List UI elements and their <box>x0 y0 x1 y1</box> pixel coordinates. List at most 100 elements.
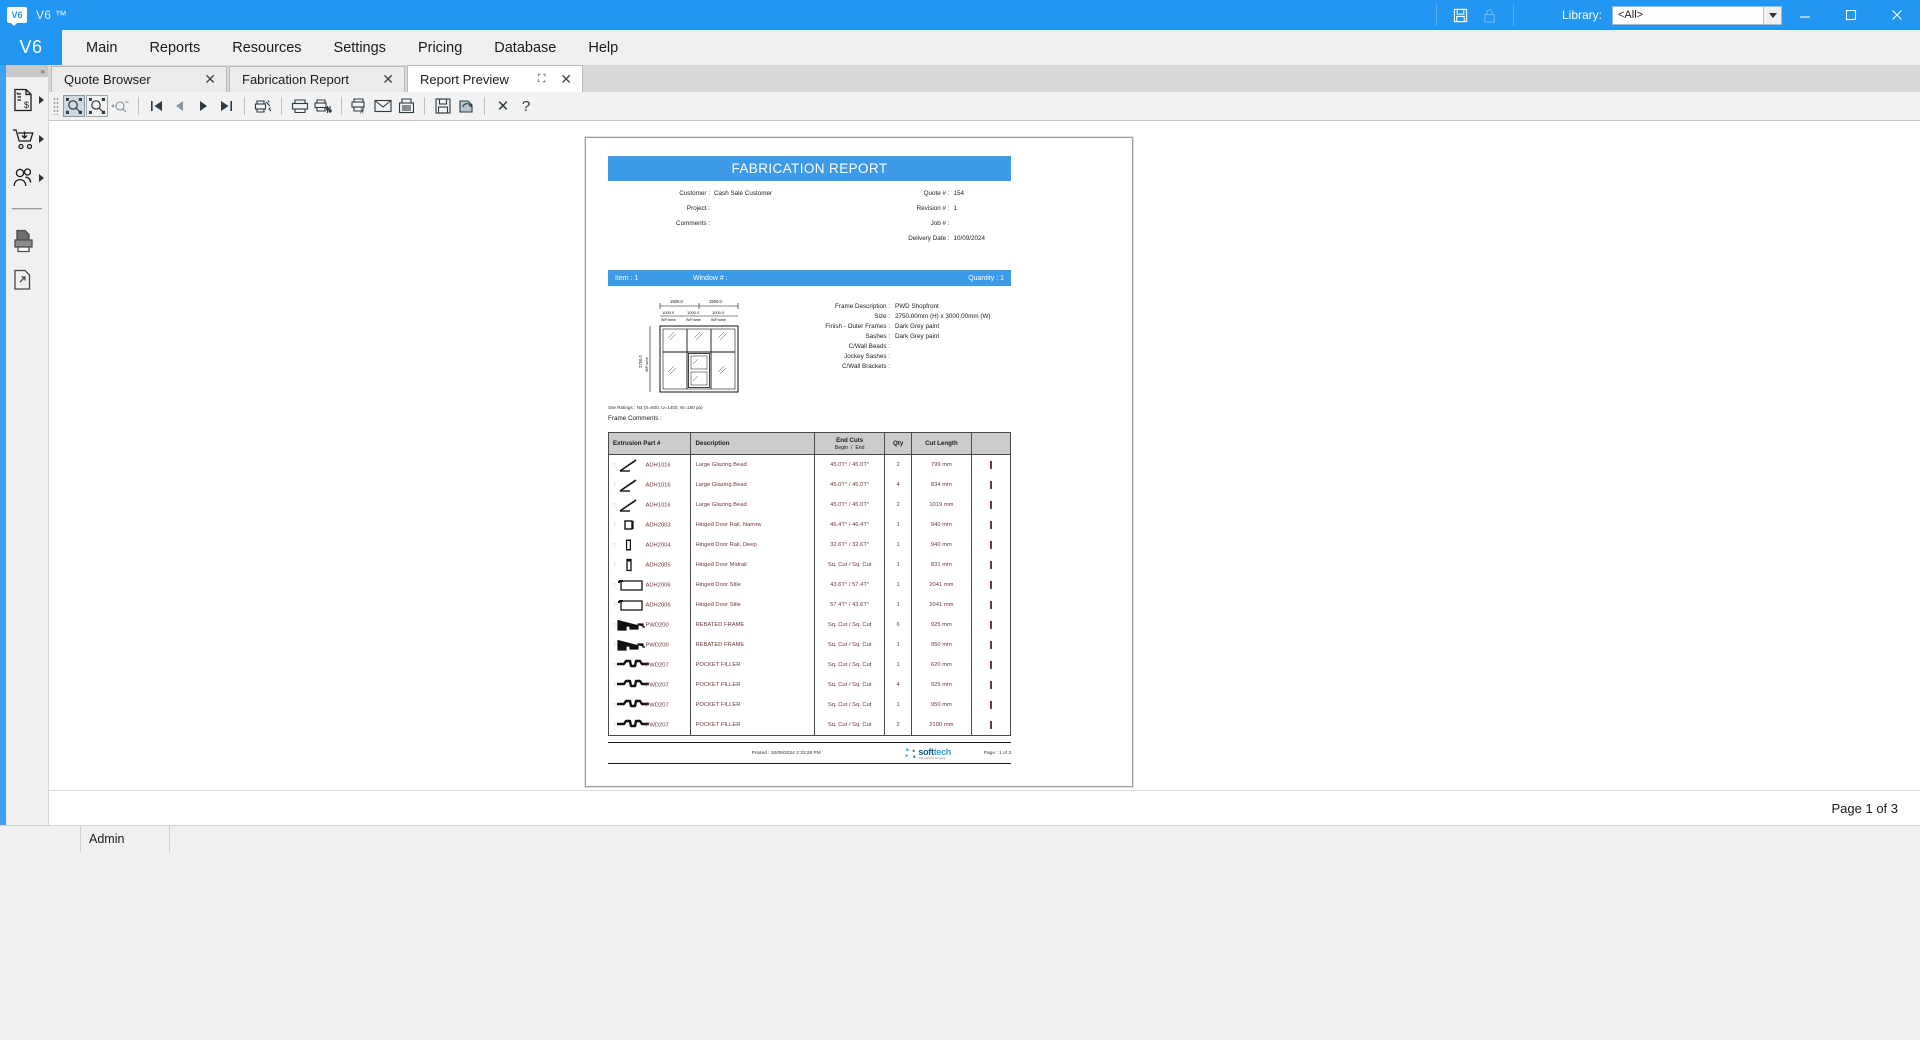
print-button[interactable] <box>289 95 311 117</box>
close-window-button[interactable] <box>1874 0 1920 30</box>
svg-text:1000.0: 1000.0 <box>687 310 700 315</box>
close-preview-button[interactable]: ✕ <box>492 95 514 117</box>
endcuts-begin: Begin <box>834 444 849 451</box>
lock-icon[interactable] <box>1482 8 1497 23</box>
tab-quote-browser[interactable]: Quote Browser ✕ <box>51 66 227 92</box>
last-page-button[interactable] <box>215 95 237 117</box>
email-button[interactable] <box>372 95 394 117</box>
cell-description: Large Glazing Bead <box>690 495 816 515</box>
cell-qty: 1 <box>884 515 913 535</box>
page-status-strip: Page 1 of 3 <box>49 790 1920 825</box>
first-page-button[interactable] <box>146 95 168 117</box>
row-checkbox[interactable] <box>989 641 992 649</box>
sidebar-item-export[interactable] <box>0 263 48 296</box>
frame-label: C/Wall Brackets : <box>841 363 890 370</box>
export-pdf-button[interactable]: λ <box>349 95 371 117</box>
part-number-text: PWD207 <box>645 722 669 729</box>
row-checkbox[interactable] <box>989 481 992 489</box>
report-preview-canvas[interactable]: FABRICATION REPORT Customer : Cash Sale … <box>49 121 1920 790</box>
row-checkbox[interactable] <box>989 621 992 629</box>
cell-checkbox[interactable] <box>971 475 1010 495</box>
minimize-button[interactable] <box>1782 0 1828 30</box>
cell-part-number: ⊤ ADH2005 <box>608 555 692 575</box>
row-checkbox[interactable] <box>989 561 992 569</box>
save-icon[interactable] <box>1453 8 1468 23</box>
close-icon[interactable]: ✕ <box>560 71 572 88</box>
menu-item-settings[interactable]: Settings <box>320 36 400 60</box>
zoom-custom-button[interactable] <box>109 95 131 117</box>
profile-box-small-icon <box>616 518 642 532</box>
menu-item-main[interactable]: Main <box>72 36 131 60</box>
cell-cut-length: 2100 mm <box>911 715 972 736</box>
cell-end-cuts: 45.0T° / 45.0T° <box>814 495 886 515</box>
toolbar-grip[interactable] <box>53 97 59 115</box>
expand-icon[interactable]: ⛶ <box>538 73 546 86</box>
row-checkbox[interactable] <box>989 721 992 729</box>
cell-description: REBATED FRAME <box>690 615 816 635</box>
row-checkbox[interactable] <box>989 681 992 689</box>
maximize-button[interactable] <box>1828 0 1874 30</box>
menu-item-resources[interactable]: Resources <box>218 36 315 60</box>
menu-item-database[interactable]: Database <box>480 36 570 60</box>
fax-button[interactable] <box>395 95 417 117</box>
sidebar-item-orders[interactable] <box>0 122 48 155</box>
row-checkbox[interactable] <box>989 581 992 589</box>
next-page-button[interactable] <box>192 95 214 117</box>
cell-checkbox[interactable] <box>971 455 1010 476</box>
sidebar-item-customers[interactable] <box>0 161 48 194</box>
sidebar-collapse-button[interactable]: » <box>6 65 48 77</box>
cell-checkbox[interactable] <box>971 555 1010 575</box>
library-select[interactable]: <All> <box>1612 5 1782 25</box>
cell-qty: 1 <box>884 575 913 595</box>
page-setup-button[interactable] <box>252 95 274 117</box>
menu-item-reports[interactable]: Reports <box>135 36 214 60</box>
cell-checkbox[interactable] <box>971 515 1010 535</box>
refresh-button[interactable] <box>455 95 477 117</box>
frame-value: 2750.00mm (H) x 3000.00mm (W) <box>895 313 991 320</box>
help-button[interactable]: ? <box>515 95 537 117</box>
table-header-row: Extrusion Part # Description End Cuts Be… <box>608 432 1011 455</box>
previous-page-button[interactable] <box>169 95 191 117</box>
menu-item-pricing[interactable]: Pricing <box>404 36 476 60</box>
cell-checkbox[interactable] <box>971 715 1010 736</box>
row-checkbox[interactable] <box>989 521 992 529</box>
chevron-right-icon[interactable] <box>39 96 44 104</box>
cell-checkbox[interactable] <box>971 535 1010 555</box>
menu-item-help[interactable]: Help <box>574 36 632 60</box>
footer-page-number: Page : 1 of 3 <box>983 751 1011 756</box>
row-checkbox[interactable] <box>989 461 992 469</box>
meta-row-comments: Comments : <box>608 220 810 227</box>
report-preview-toolbar: λ ✕ ? <box>49 92 1920 121</box>
cell-description: Large Glazing Bead <box>690 454 816 475</box>
tab-report-preview[interactable]: Report Preview ⛶ ✕ <box>407 65 583 92</box>
row-checkbox[interactable] <box>989 701 992 709</box>
cell-checkbox[interactable] <box>971 655 1010 675</box>
cell-checkbox[interactable] <box>971 635 1010 655</box>
chevron-right-icon[interactable] <box>39 174 44 182</box>
cell-checkbox[interactable] <box>971 695 1010 715</box>
close-icon[interactable]: ✕ <box>382 71 394 88</box>
sidebar-item-quotes[interactable]: $ <box>0 83 48 116</box>
tab-fabrication-report[interactable]: Fabrication Report ✕ <box>229 66 405 92</box>
cell-checkbox[interactable] <box>971 495 1010 515</box>
zoom-fit-page-button[interactable] <box>63 95 85 117</box>
chevron-down-icon[interactable] <box>1763 6 1781 24</box>
zoom-fit-width-button[interactable] <box>86 95 108 117</box>
save-button[interactable] <box>432 95 454 117</box>
sidebar-item-print-reports[interactable] <box>0 224 48 257</box>
row-checkbox[interactable] <box>989 501 992 509</box>
row-checkbox[interactable] <box>989 661 992 669</box>
cell-checkbox[interactable] <box>971 575 1010 595</box>
chevron-right-icon[interactable] <box>39 135 44 143</box>
toolbar-separator <box>484 97 485 115</box>
cell-description: REBATED FRAME <box>690 635 816 655</box>
cell-checkbox[interactable] <box>971 595 1010 615</box>
toolbar-separator <box>244 97 245 115</box>
cell-checkbox[interactable] <box>971 615 1010 635</box>
cell-checkbox[interactable] <box>971 675 1010 695</box>
close-icon[interactable]: ✕ <box>204 71 216 88</box>
row-checkbox[interactable] <box>989 541 992 549</box>
row-checkbox[interactable] <box>989 601 992 609</box>
print-options-button[interactable] <box>312 95 334 117</box>
cell-qty: 1 <box>884 595 913 615</box>
